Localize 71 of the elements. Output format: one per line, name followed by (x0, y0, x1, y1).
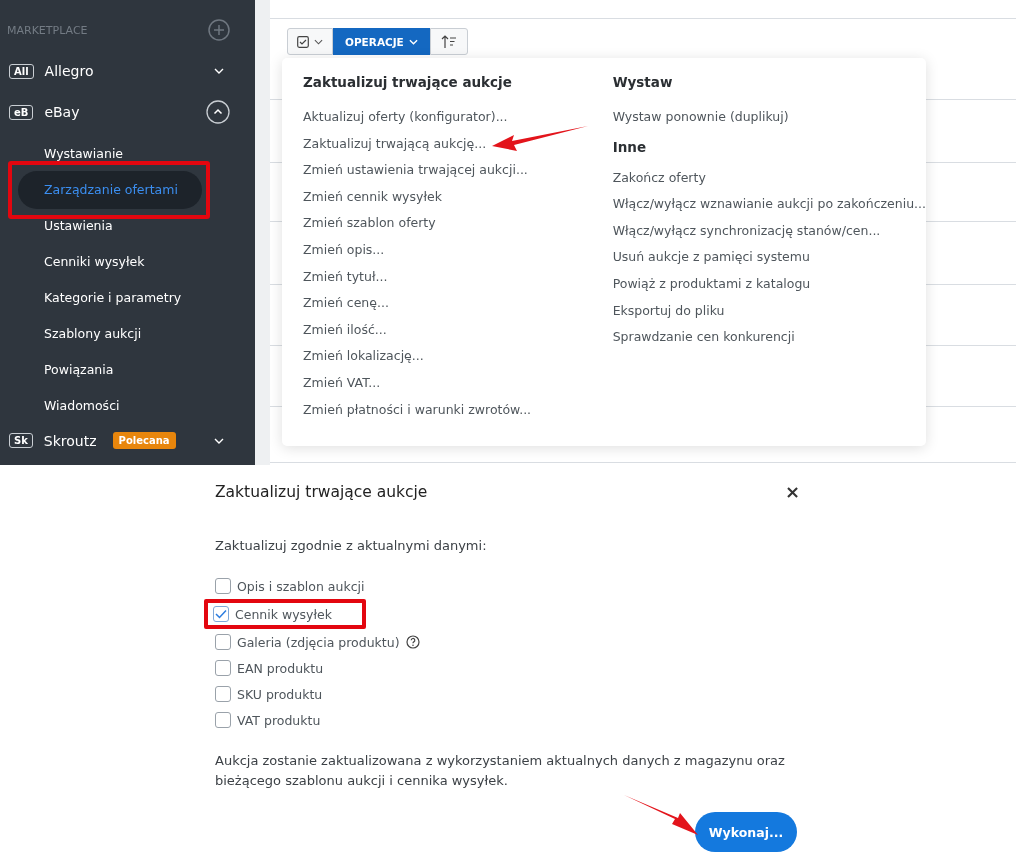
sidebar-item[interactable]: Cenniki wysyłek (0, 244, 255, 281)
menu-heading: Zaktualizuj trwające aukcje (303, 74, 512, 90)
marketplace-label: eBay (44, 104, 80, 120)
caret-icon (408, 38, 418, 45)
checkbox[interactable] (215, 578, 231, 594)
sidebar-item[interactable]: Szablony aukcji (0, 316, 255, 353)
checkbox-icon (297, 35, 309, 48)
menu-item[interactable]: Zmień cennik wysyłek (303, 187, 442, 206)
sidebar-item[interactable]: Kategorie i parametry (0, 280, 255, 317)
menu-item[interactable]: Sprawdzanie cen konkurencji (612, 328, 795, 347)
section-title: MARKETPLACE (7, 23, 88, 37)
menu-item[interactable]: Włącz/wyłącz wznawianie aukcji po zakończeniu... (612, 195, 926, 214)
sort-button[interactable] (429, 28, 468, 55)
sidebar-item[interactable]: Wiadomości (0, 388, 255, 425)
menu-item[interactable]: Powiąż z produktami z katalogu (612, 274, 811, 293)
sidebar-item[interactable]: Ustawienia (0, 208, 255, 245)
menu-item[interactable]: Aktualizuj oferty (konfigurator)... (303, 108, 508, 126)
sidebar-item[interactable]: Powiązania (0, 352, 255, 389)
option-label: EAN produktu (237, 660, 324, 676)
menu-heading: Wystaw (612, 74, 673, 90)
expand-icon[interactable] (214, 437, 224, 444)
checkbox[interactable] (215, 712, 231, 728)
menu-item[interactable]: Zmień ilość... (303, 320, 387, 339)
menu-item[interactable]: Zakończ oferty (612, 168, 706, 187)
option-label: Cennik wysyłek (235, 606, 332, 622)
checkbox[interactable] (215, 686, 231, 702)
dialog-subtitle: Zaktualizuj zgodnie z aktualnymi danymi: (215, 538, 488, 553)
menu-item[interactable]: Zmień tytuł... (303, 267, 388, 286)
menu-item[interactable]: Zmień szablon oferty (303, 214, 436, 233)
menu-item[interactable]: Zmień lokalizację... (303, 347, 424, 366)
expand-icon[interactable] (214, 68, 224, 75)
dialog-title: Zaktualizuj trwające aukcje (215, 482, 428, 501)
marketplace-badge: Sk (9, 433, 33, 449)
submit-button[interactable]: Wykonaj... (695, 812, 797, 852)
marketplace-item[interactable]: eB eBay (0, 95, 230, 129)
marketplace-badge: eB (9, 104, 34, 120)
marketplace-label: Allegro (44, 63, 94, 80)
option-label: VAT produktu (237, 712, 321, 728)
marketplace-item[interactable]: All Allegro (0, 55, 230, 88)
marketplace-item[interactable]: Sk Skroutz Polecana (0, 424, 230, 457)
caret-icon (314, 38, 323, 45)
sidebar-item[interactable]: Wystawianie (0, 136, 255, 173)
close-button[interactable]: × (784, 481, 800, 502)
menu-item[interactable]: Zmień cenę... (303, 294, 389, 313)
menu-item[interactable]: Usuń aukcje z pamięci systemu (612, 248, 810, 267)
recommended-tag: Polecana (112, 432, 176, 450)
help-icon[interactable] (405, 635, 420, 649)
sidebar-item[interactable]: Zarządzanie ofertami (18, 171, 202, 210)
menu-item[interactable]: Eksportuj do pliku (612, 301, 725, 320)
menu-item[interactable]: Zmień VAT... (303, 373, 381, 392)
operations-button[interactable]: OPERACJE (333, 28, 430, 55)
dialog-note: Aukcja zostanie zaktualizowana z wykorzystaniem aktualnych danych z magazynu oraz bieżącego szablonu aukcji i cennika wysyłek. (215, 752, 786, 790)
sort-icon (440, 34, 457, 49)
menu-item[interactable]: Zmień ustawienia trwającej aukcji... (303, 161, 528, 180)
menu-item[interactable]: Zmień płatności i warunki zwrotów... (303, 400, 532, 419)
marketplace-label: Skroutz (43, 432, 97, 449)
add-icon[interactable] (208, 19, 230, 41)
option-label: Opis i szablon aukcji (237, 578, 365, 594)
menu-item[interactable]: Włącz/wyłącz synchronizację stanów/cen... (612, 221, 881, 240)
checkbox[interactable] (215, 634, 231, 650)
menu-heading: Inne (612, 138, 647, 155)
option-label: Galeria (zdjęcia produktu) (237, 634, 400, 650)
menu-item[interactable]: Wystaw ponownie (duplikuj) (612, 108, 789, 126)
menu-item[interactable]: Zaktualizuj trwającą aukcję... (303, 134, 487, 153)
option-label: SKU produktu (237, 686, 323, 702)
checkbox[interactable] (213, 606, 229, 622)
checkbox[interactable] (215, 660, 231, 676)
menu-item[interactable]: Zmień opis... (303, 240, 385, 259)
select-dropdown[interactable] (287, 28, 333, 55)
marketplace-badge: All (9, 63, 34, 79)
collapse-icon[interactable] (206, 100, 230, 124)
